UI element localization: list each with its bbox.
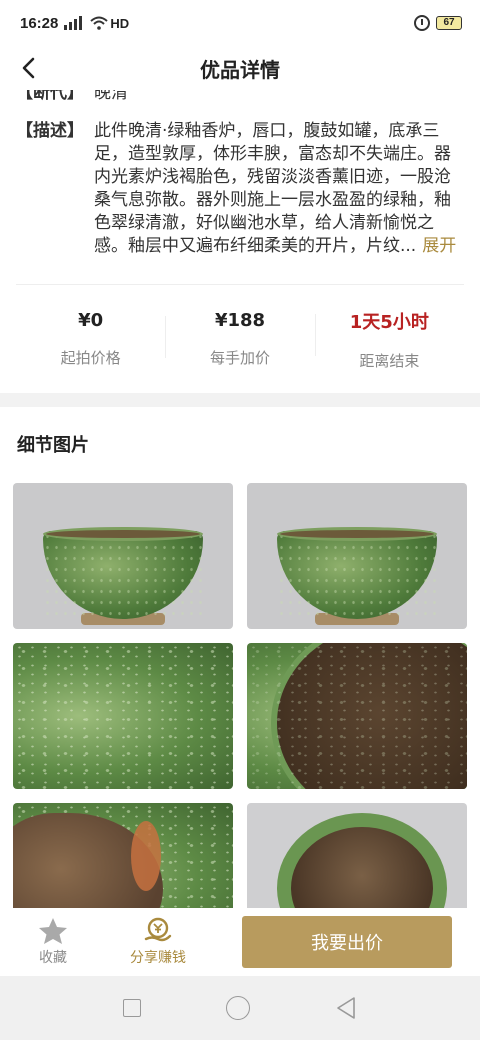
recent-apps-icon[interactable] xyxy=(122,999,141,1017)
start-price-value: ¥0 xyxy=(78,310,104,331)
status-time: 16:28 xyxy=(20,14,59,32)
section-title: 细节图片 xyxy=(17,435,89,456)
detail-image[interactable] xyxy=(13,643,233,789)
description-label: 【描述】 xyxy=(16,121,84,141)
era-value: 晚清 xyxy=(94,90,128,102)
page-title: 优品详情 xyxy=(200,57,280,82)
time-remaining: 1天5小时 距离结束 xyxy=(314,308,464,371)
system-back-icon[interactable] xyxy=(335,996,357,1020)
time-remaining-caption: 距离结束 xyxy=(359,351,420,370)
start-price: ¥0 起拍价格 xyxy=(16,310,165,368)
system-nav-bar xyxy=(0,976,480,1040)
favorite-label: 收藏 xyxy=(39,950,67,966)
era-label: 【断代】 xyxy=(16,90,84,102)
item-info-card: 【断代】 晚清 【描述】 此件晚清·绿釉香炉，唇口，腹鼓如罐，底承三足，造型敦厚… xyxy=(0,90,480,393)
place-bid-button[interactable]: 我要出价 xyxy=(242,916,452,968)
scroll-content[interactable]: 【断代】 晚清 【描述】 此件晚清·绿釉香炉，唇口，腹鼓如罐，底承三足，造型敦厚… xyxy=(0,90,480,908)
home-icon[interactable] xyxy=(225,996,250,1020)
detail-image[interactable] xyxy=(247,803,467,908)
status-bar: 16:28 HD 67 xyxy=(0,0,480,46)
detail-images-section: 细节图片 xyxy=(0,407,480,908)
auction-stats: ¥0 起拍价格 ¥188 每手加价 1天5小时 距离结束 xyxy=(16,285,464,393)
era-row: 【断代】 晚清 xyxy=(16,90,464,102)
detail-image[interactable] xyxy=(13,803,233,908)
favorite-button[interactable]: 收藏 xyxy=(0,917,106,967)
description-row: 【描述】 此件晚清·绿釉香炉，唇口，腹鼓如罐，底承三足，造型敦厚，体形丰腴，富态… xyxy=(16,120,464,285)
bid-increment-caption: 每手加价 xyxy=(209,349,270,367)
description-text: 此件晚清·绿釉香炉，唇口，腹鼓如罐，底承三足，造型敦厚，体形丰腴，富态却不失端庄… xyxy=(94,120,464,258)
expand-link[interactable]: 展开 xyxy=(422,236,456,256)
share-earn-button[interactable]: 分享赚钱 xyxy=(106,917,210,967)
network-type: HD xyxy=(110,15,130,31)
bid-increment-value: ¥188 xyxy=(214,310,266,331)
detail-image[interactable] xyxy=(13,483,233,629)
wifi-icon xyxy=(90,16,109,30)
alarm-icon xyxy=(414,15,430,31)
time-remaining-value: 1天5小时 xyxy=(349,311,429,333)
star-icon xyxy=(39,918,67,944)
share-earn-label: 分享赚钱 xyxy=(130,950,186,966)
battery-indicator: 67 xyxy=(436,16,462,30)
share-money-icon xyxy=(144,917,172,942)
signal-icon xyxy=(64,16,83,30)
detail-image[interactable] xyxy=(247,483,467,629)
back-arrow-icon[interactable] xyxy=(16,54,44,82)
start-price-caption: 起拍价格 xyxy=(60,349,121,367)
detail-image[interactable] xyxy=(247,643,467,789)
bottom-action-bar: 收藏 分享赚钱 我要出价 xyxy=(0,908,480,976)
description-body: 此件晚清·绿釉香炉，唇口，腹鼓如罐，底承三足，造型敦厚，体形丰腴，富态却不失端庄… xyxy=(94,121,451,256)
nav-bar: 优品详情 xyxy=(0,46,480,90)
image-grid xyxy=(13,483,467,908)
section-divider xyxy=(0,393,480,407)
bid-increment: ¥188 每手加价 xyxy=(165,310,314,368)
